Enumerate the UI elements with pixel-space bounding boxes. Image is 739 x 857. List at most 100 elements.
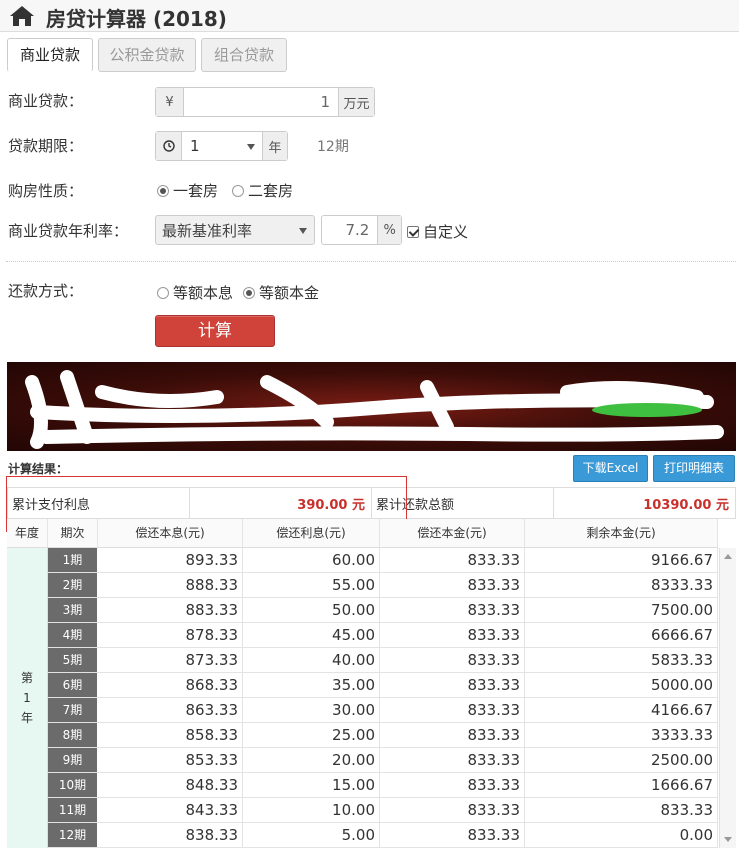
radio-second-home-label: 二套房 xyxy=(248,182,294,200)
payment-cell: 878.33 xyxy=(98,623,243,647)
tab-combined-loan[interactable]: 组合贷款 xyxy=(201,38,287,72)
radio-second-home[interactable] xyxy=(232,184,245,197)
payment-cell: 848.33 xyxy=(98,773,243,797)
scroll-down-icon[interactable] xyxy=(724,837,732,842)
year-cell: 第 1 年 xyxy=(7,548,48,848)
property-type-radios: 一套房 二套房 xyxy=(157,180,293,201)
table-row: 3期 883.33 50.00 833.33 7500.00 xyxy=(48,598,718,623)
property-type-label: 购房性质： xyxy=(8,182,84,200)
radio-equal-installment[interactable] xyxy=(157,286,169,299)
principal-cell: 833.33 xyxy=(380,673,525,697)
payment-cell: 868.33 xyxy=(98,673,243,697)
year-label-part: 年 xyxy=(20,711,33,725)
loan-amount-input[interactable]: 1 xyxy=(184,88,338,116)
loan-amount-unit: 万元 xyxy=(338,88,374,116)
period-count: 12期 xyxy=(317,139,349,155)
tab-commercial-loan[interactable]: 商业贷款 xyxy=(7,38,93,72)
total-payment-label: 累计还款总额 xyxy=(372,488,554,518)
download-excel-button[interactable]: 下载Excel xyxy=(573,455,648,482)
remaining-cell: 0.00 xyxy=(525,823,718,847)
results-summary: 累计支付利息 390.00 元 累计还款总额 10390.00 元 xyxy=(7,487,736,519)
principal-cell: 833.33 xyxy=(380,623,525,647)
interest-cell: 55.00 xyxy=(243,573,380,597)
payment-cell: 838.33 xyxy=(98,823,243,847)
remaining-cell: 6666.67 xyxy=(525,623,718,647)
period-cell: 11期 xyxy=(48,798,98,822)
period-cell: 8期 xyxy=(48,723,98,747)
interest-cell: 50.00 xyxy=(243,598,380,622)
principal-cell: 833.33 xyxy=(380,573,525,597)
rate-type-value: 最新基准利率 xyxy=(162,221,253,240)
radio-equal-principal[interactable] xyxy=(243,286,256,299)
total-payment-value: 10390.00 元 xyxy=(643,497,729,513)
principal-cell: 833.33 xyxy=(380,648,525,672)
period-cell: 4期 xyxy=(48,623,98,647)
year-label-part: 第 xyxy=(20,671,33,685)
principal-cell: 833.33 xyxy=(380,598,525,622)
table-row: 4期 878.33 45.00 833.33 6666.67 xyxy=(48,623,718,648)
col-period: 期次 xyxy=(48,519,98,547)
total-interest-value: 390.00 元 xyxy=(190,488,372,518)
period-cell: 2期 xyxy=(48,573,98,597)
remaining-cell: 1666.67 xyxy=(525,773,718,797)
period-cell: 9期 xyxy=(48,748,98,772)
table-row: 5期 873.33 40.00 833.33 5833.33 xyxy=(48,648,718,673)
form-divider xyxy=(6,261,736,262)
period-cell: 3期 xyxy=(48,598,98,622)
home-icon[interactable] xyxy=(8,4,36,28)
rate-input[interactable]: 7.2 xyxy=(322,216,377,244)
loan-term-select[interactable]: 1 xyxy=(182,132,262,160)
remaining-cell: 5833.33 xyxy=(525,648,718,672)
calculate-button[interactable]: 计算 xyxy=(155,315,275,347)
remaining-cell: 9166.67 xyxy=(525,548,718,572)
loan-term-group: 1 年 xyxy=(155,131,288,161)
principal-cell: 833.33 xyxy=(380,823,525,847)
banner-scribble xyxy=(25,370,724,449)
period-cell: 7期 xyxy=(48,698,98,722)
tab-provident-fund-loan[interactable]: 公积金贷款 xyxy=(98,38,196,72)
interest-cell: 45.00 xyxy=(243,623,380,647)
table-row: 11期 843.33 10.00 833.33 833.33 xyxy=(48,798,718,823)
interest-cell: 10.00 xyxy=(243,798,380,822)
payment-cell: 853.33 xyxy=(98,748,243,772)
custom-rate-checkbox[interactable] xyxy=(407,225,419,238)
chevron-down-icon xyxy=(247,144,255,150)
radio-first-home[interactable] xyxy=(157,184,169,197)
interest-cell: 35.00 xyxy=(243,673,380,697)
interest-cell: 20.00 xyxy=(243,748,380,772)
payment-cell: 858.33 xyxy=(98,723,243,747)
remaining-cell: 833.33 xyxy=(525,798,718,822)
remaining-cell: 2500.00 xyxy=(525,748,718,772)
period-cell: 1期 xyxy=(48,548,98,572)
col-payment: 偿还本息(元) xyxy=(98,519,243,547)
payment-cell: 883.33 xyxy=(98,598,243,622)
custom-rate-toggle: 自定义 xyxy=(407,221,468,242)
table-row: 9期 853.33 20.00 833.33 2500.00 xyxy=(48,748,718,773)
payment-cell: 843.33 xyxy=(98,798,243,822)
remaining-cell: 8333.33 xyxy=(525,573,718,597)
interest-cell: 40.00 xyxy=(243,648,380,672)
rate-type-select[interactable]: 最新基准利率 xyxy=(155,215,315,245)
interest-rate-label: 商业贷款年利率： xyxy=(8,222,129,240)
table-scrollbar[interactable] xyxy=(719,548,736,848)
remaining-cell: 4166.67 xyxy=(525,698,718,722)
print-detail-button[interactable]: 打印明细表 xyxy=(653,455,735,482)
scroll-up-icon[interactable] xyxy=(724,554,732,559)
total-interest-label: 累计支付利息 xyxy=(8,488,190,518)
table-row: 10期 848.33 15.00 833.33 1666.67 xyxy=(48,773,718,798)
repayment-method-label: 还款方式： xyxy=(8,282,84,300)
principal-cell: 833.33 xyxy=(380,798,525,822)
col-remaining: 剩余本金(元) xyxy=(525,519,718,547)
principal-cell: 833.33 xyxy=(380,773,525,797)
period-cell: 12期 xyxy=(48,823,98,847)
col-principal: 偿还本金(元) xyxy=(380,519,525,547)
interest-cell: 30.00 xyxy=(243,698,380,722)
ad-banner[interactable] xyxy=(7,362,736,451)
custom-rate-label: 自定义 xyxy=(423,223,469,241)
loan-term-unit: 年 xyxy=(262,132,287,160)
col-year: 年度 xyxy=(7,519,48,547)
interest-cell: 60.00 xyxy=(243,548,380,572)
col-interest: 偿还利息(元) xyxy=(243,519,380,547)
principal-cell: 833.33 xyxy=(380,548,525,572)
period-cell: 10期 xyxy=(48,773,98,797)
